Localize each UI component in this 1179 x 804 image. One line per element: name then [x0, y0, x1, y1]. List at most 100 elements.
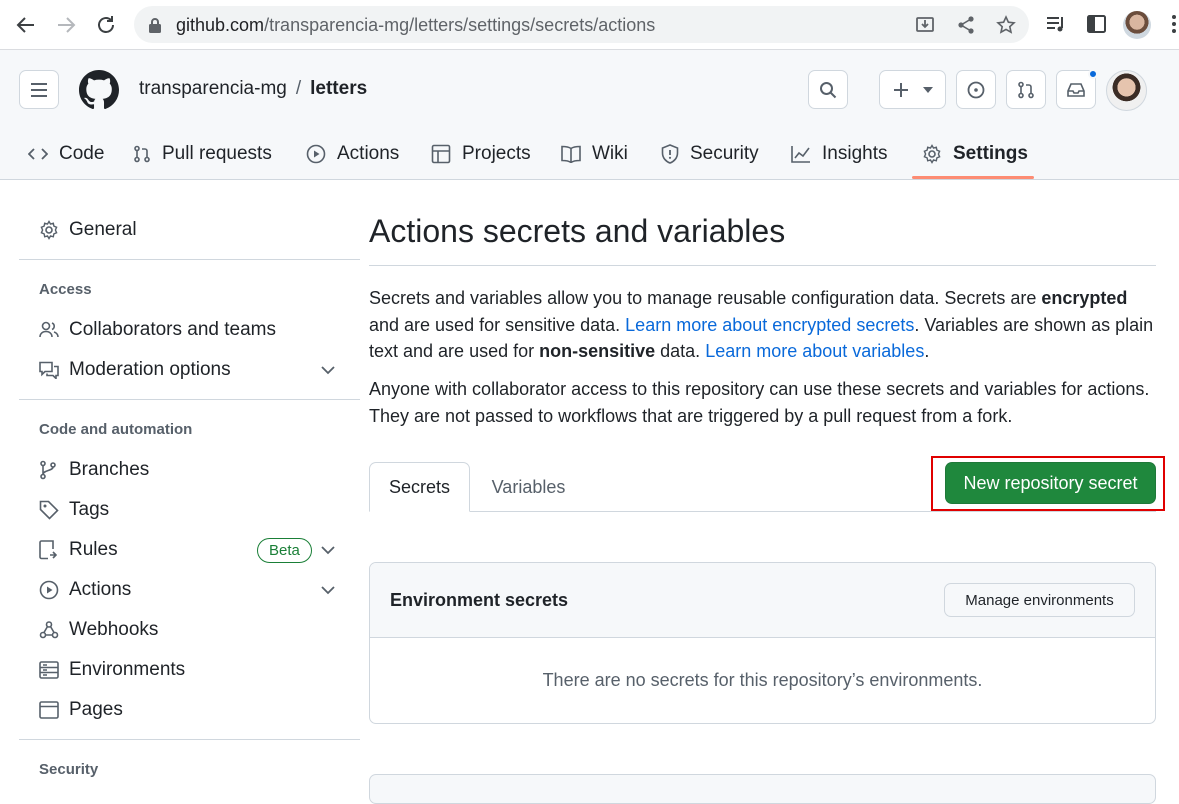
- install-app-icon[interactable]: [915, 15, 935, 35]
- forward-arrow-icon[interactable]: [54, 13, 78, 37]
- owner-link[interactable]: transparencia-mg: [139, 78, 287, 99]
- github-logo-icon[interactable]: [79, 70, 119, 110]
- page-title: Actions secrets and variables: [369, 213, 786, 249]
- tab-secrets[interactable]: Secrets: [369, 462, 470, 512]
- tab-wiki-label: Wiki: [592, 143, 628, 164]
- tab-pull-requests[interactable]: Pull requests: [133, 128, 272, 180]
- hamburger-icon: [30, 82, 48, 98]
- sidebar-item-pages[interactable]: Pages: [19, 690, 360, 730]
- settings-sidebar: General Access Collaborators and teams M…: [19, 180, 360, 785]
- learn-more-secrets-link[interactable]: Learn more about encrypted secrets: [625, 315, 914, 335]
- triangle-down-icon: [922, 86, 933, 93]
- sidebar-item-label: General: [69, 219, 137, 240]
- learn-more-variables-link[interactable]: Learn more about variables: [705, 341, 924, 361]
- sidebar-item-tags[interactable]: Tags: [19, 490, 360, 530]
- sidebar-item-webhooks[interactable]: Webhooks: [19, 610, 360, 650]
- repo-link[interactable]: letters: [310, 78, 367, 99]
- tab-projects[interactable]: Projects: [431, 128, 531, 180]
- sidebar-divider: [19, 259, 360, 260]
- git-pull-request-icon: [133, 145, 151, 163]
- git-branch-icon: [39, 460, 57, 480]
- sidebar-heading-access: Access: [39, 281, 92, 298]
- sidebar-item-moderation[interactable]: Moderation options: [19, 350, 360, 390]
- sidebar-item-general[interactable]: General: [19, 210, 360, 250]
- sidebar-item-label: Moderation options: [69, 359, 231, 380]
- notification-indicator: [1088, 69, 1098, 79]
- repository-secrets-box: [369, 774, 1156, 804]
- reload-icon[interactable]: [94, 13, 118, 37]
- back-arrow-icon[interactable]: [14, 13, 38, 37]
- share-icon[interactable]: [956, 15, 976, 35]
- title-divider: [369, 265, 1156, 266]
- access-paragraph: Anyone with collaborator access to this …: [369, 379, 1150, 426]
- sidebar-heading-code-automation: Code and automation: [39, 421, 193, 438]
- browser-toolbar: github.com/transparencia-mg/letters/sett…: [0, 0, 1179, 50]
- chevron-down-icon[interactable]: [320, 585, 336, 595]
- issue-opened-icon: [967, 81, 985, 99]
- pull-requests-button[interactable]: [1006, 70, 1046, 109]
- repo-breadcrumb: transparencia-mg / letters: [139, 78, 367, 100]
- git-pull-request-icon: [1017, 81, 1035, 99]
- tab-code[interactable]: Code: [28, 128, 104, 180]
- tab-settings[interactable]: Settings: [922, 128, 1028, 180]
- chevron-down-icon[interactable]: [320, 365, 336, 375]
- tab-actions[interactable]: Actions: [306, 128, 399, 180]
- sidebar-item-environments[interactable]: Environments: [19, 650, 360, 690]
- sidebar-item-label: Pages: [69, 699, 123, 720]
- repo-nav: Code Pull requests Actions Projects Wiki…: [0, 128, 1179, 180]
- tab-insights-label: Insights: [822, 143, 888, 164]
- tab-code-label: Code: [59, 143, 105, 164]
- kebab-menu-icon[interactable]: [1171, 13, 1177, 35]
- repo-push-icon: [39, 540, 57, 560]
- new-repository-secret-button[interactable]: New repository secret: [945, 462, 1156, 504]
- webhook-icon: [39, 620, 59, 640]
- sidebar-item-label: Tags: [69, 499, 110, 520]
- github-header: transparencia-mg / letters Code Pull req…: [0, 50, 1179, 180]
- create-new-button[interactable]: [879, 70, 946, 109]
- tab-insights[interactable]: Insights: [791, 128, 887, 180]
- tab-security[interactable]: Security: [661, 128, 759, 180]
- sidebar-item-label: Environments: [69, 659, 186, 680]
- graph-icon: [791, 145, 811, 163]
- side-panel-icon[interactable]: [1086, 13, 1108, 35]
- gear-icon: [39, 220, 59, 240]
- tag-icon: [39, 500, 59, 520]
- media-control-icon[interactable]: [1045, 13, 1067, 35]
- table-icon: [431, 144, 451, 164]
- sidebar-item-branches[interactable]: Branches: [19, 450, 360, 490]
- issues-button[interactable]: [956, 70, 996, 109]
- sidebar-divider: [19, 399, 360, 400]
- selected-tab-underline: [912, 176, 1034, 179]
- browser-profile-avatar[interactable]: [1123, 11, 1151, 39]
- sidebar-heading-security: Security: [39, 761, 99, 778]
- gear-icon: [922, 144, 942, 164]
- sidebar-item-label: Actions: [69, 579, 132, 600]
- chevron-down-icon[interactable]: [320, 545, 336, 555]
- tab-settings-label: Settings: [953, 143, 1028, 164]
- environment-secrets-box: Environment secrets Manage environments …: [369, 562, 1156, 724]
- intro-paragraph: Secrets and variables allow you to manag…: [369, 288, 1154, 361]
- server-icon: [39, 661, 59, 679]
- user-avatar[interactable]: [1106, 70, 1147, 111]
- sidebar-item-rules[interactable]: Rules Beta: [19, 530, 360, 570]
- hamburger-menu-button[interactable]: [19, 70, 59, 109]
- play-icon: [306, 144, 326, 164]
- browser-icon: [39, 701, 59, 719]
- address-bar[interactable]: github.com/transparencia-mg/letters/sett…: [134, 6, 1029, 43]
- plus-icon: [893, 82, 909, 98]
- sidebar-item-collaborators[interactable]: Collaborators and teams: [19, 310, 360, 350]
- empty-state-text: There are no secrets for this repository…: [542, 670, 983, 690]
- sidebar-item-actions[interactable]: Actions: [19, 570, 360, 610]
- manage-environments-button[interactable]: Manage environments: [944, 583, 1135, 617]
- people-icon: [39, 321, 59, 339]
- sidebar-item-label: Branches: [69, 459, 150, 480]
- tab-wiki[interactable]: Wiki: [561, 128, 628, 180]
- book-icon: [561, 145, 581, 163]
- lock-icon[interactable]: [148, 17, 162, 33]
- tab-variables[interactable]: Variables: [470, 462, 587, 512]
- code-icon: [28, 146, 48, 162]
- sidebar-item-label: Webhooks: [69, 619, 159, 640]
- search-button[interactable]: [808, 70, 848, 109]
- bookmark-star-icon[interactable]: [996, 15, 1016, 35]
- tab-projects-label: Projects: [462, 143, 531, 164]
